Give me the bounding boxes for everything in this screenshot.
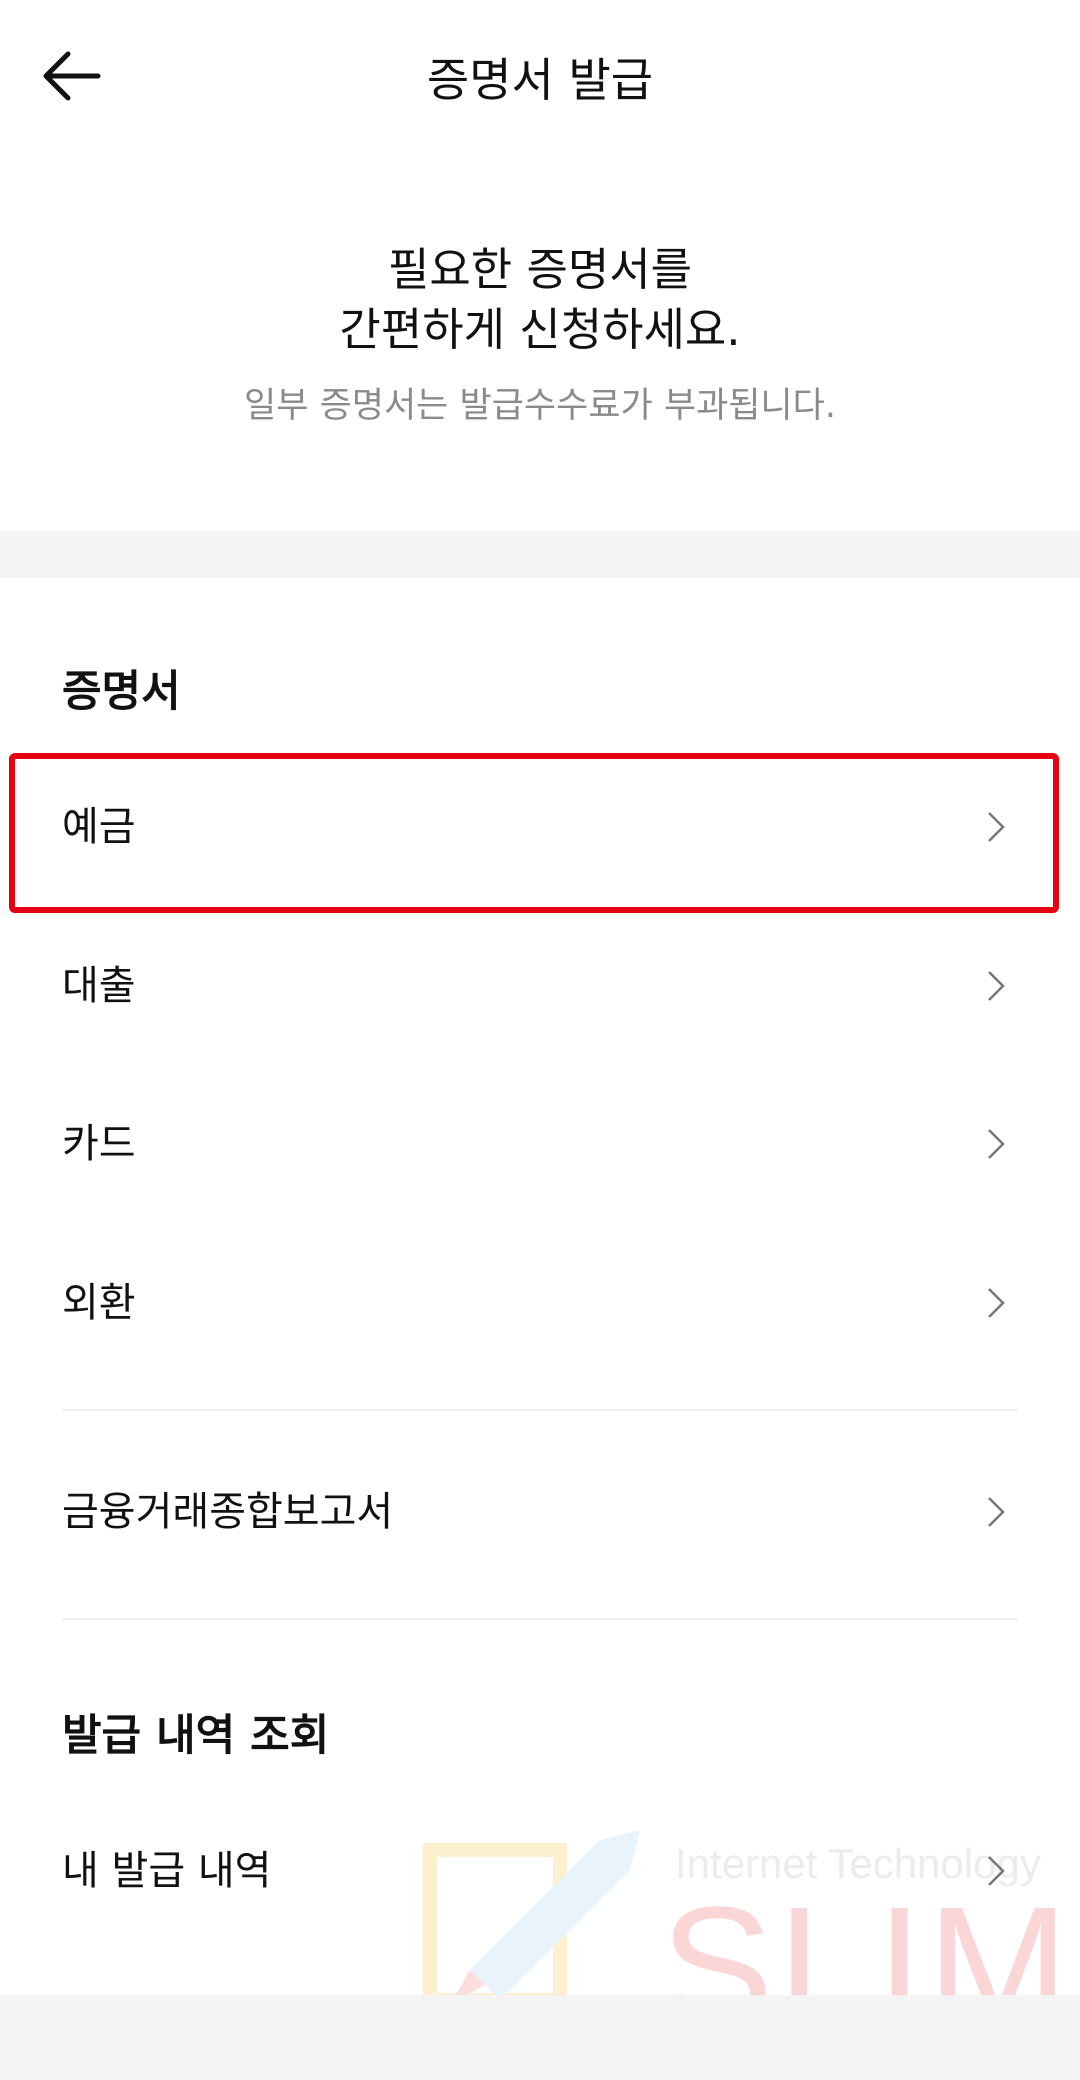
certificate-item-label: 대출 bbox=[62, 963, 136, 1009]
chevron-right-icon bbox=[988, 1856, 1005, 1886]
chevron-right-icon bbox=[988, 1288, 1005, 1318]
chevron-right-icon bbox=[988, 971, 1005, 1001]
highlight-box bbox=[9, 753, 1059, 913]
page-title: 증명서 발급 bbox=[426, 53, 654, 107]
fee-notice: 일부 증명서는 발급수수료가 부과됩니다. bbox=[244, 386, 836, 426]
certificate-item-label: 외환 bbox=[62, 1280, 136, 1326]
divider bbox=[62, 1618, 1018, 1620]
bottom-bar bbox=[0, 1995, 1080, 2080]
history-item-label: 내 발급 내역 bbox=[62, 1848, 272, 1894]
chevron-right-icon bbox=[988, 1497, 1005, 1527]
certificates-section-title: 증명서 bbox=[62, 667, 181, 717]
app-header: 증명서 발급 bbox=[0, 0, 1080, 160]
certificate-item-label: 카드 bbox=[62, 1121, 136, 1167]
intro-line-1: 필요한 증명서를 bbox=[387, 243, 693, 296]
intro-section: 필요한 증명서를 간편하게 신청하세요. 일부 증명서는 발급수수료가 부과됩니… bbox=[0, 240, 1080, 428]
certificate-item-card[interactable]: 카드 bbox=[0, 1069, 1080, 1219]
divider bbox=[62, 1409, 1018, 1411]
section-gap bbox=[0, 531, 1080, 578]
certificate-item-loan[interactable]: 대출 bbox=[0, 911, 1080, 1061]
chevron-right-icon bbox=[988, 1129, 1005, 1159]
certificate-item-label: 금융거래종합보고서 bbox=[62, 1489, 394, 1535]
certificate-item-foreign-exchange[interactable]: 외환 bbox=[0, 1228, 1080, 1378]
history-section-title: 발급 내역 조회 bbox=[62, 1711, 330, 1761]
history-item-my-issuance[interactable]: 내 발급 내역 bbox=[0, 1796, 1080, 1946]
certificate-item-financial-report[interactable]: 금융거래종합보고서 bbox=[0, 1437, 1080, 1587]
intro-line-2: 간편하게 신청하세요. bbox=[339, 303, 741, 356]
